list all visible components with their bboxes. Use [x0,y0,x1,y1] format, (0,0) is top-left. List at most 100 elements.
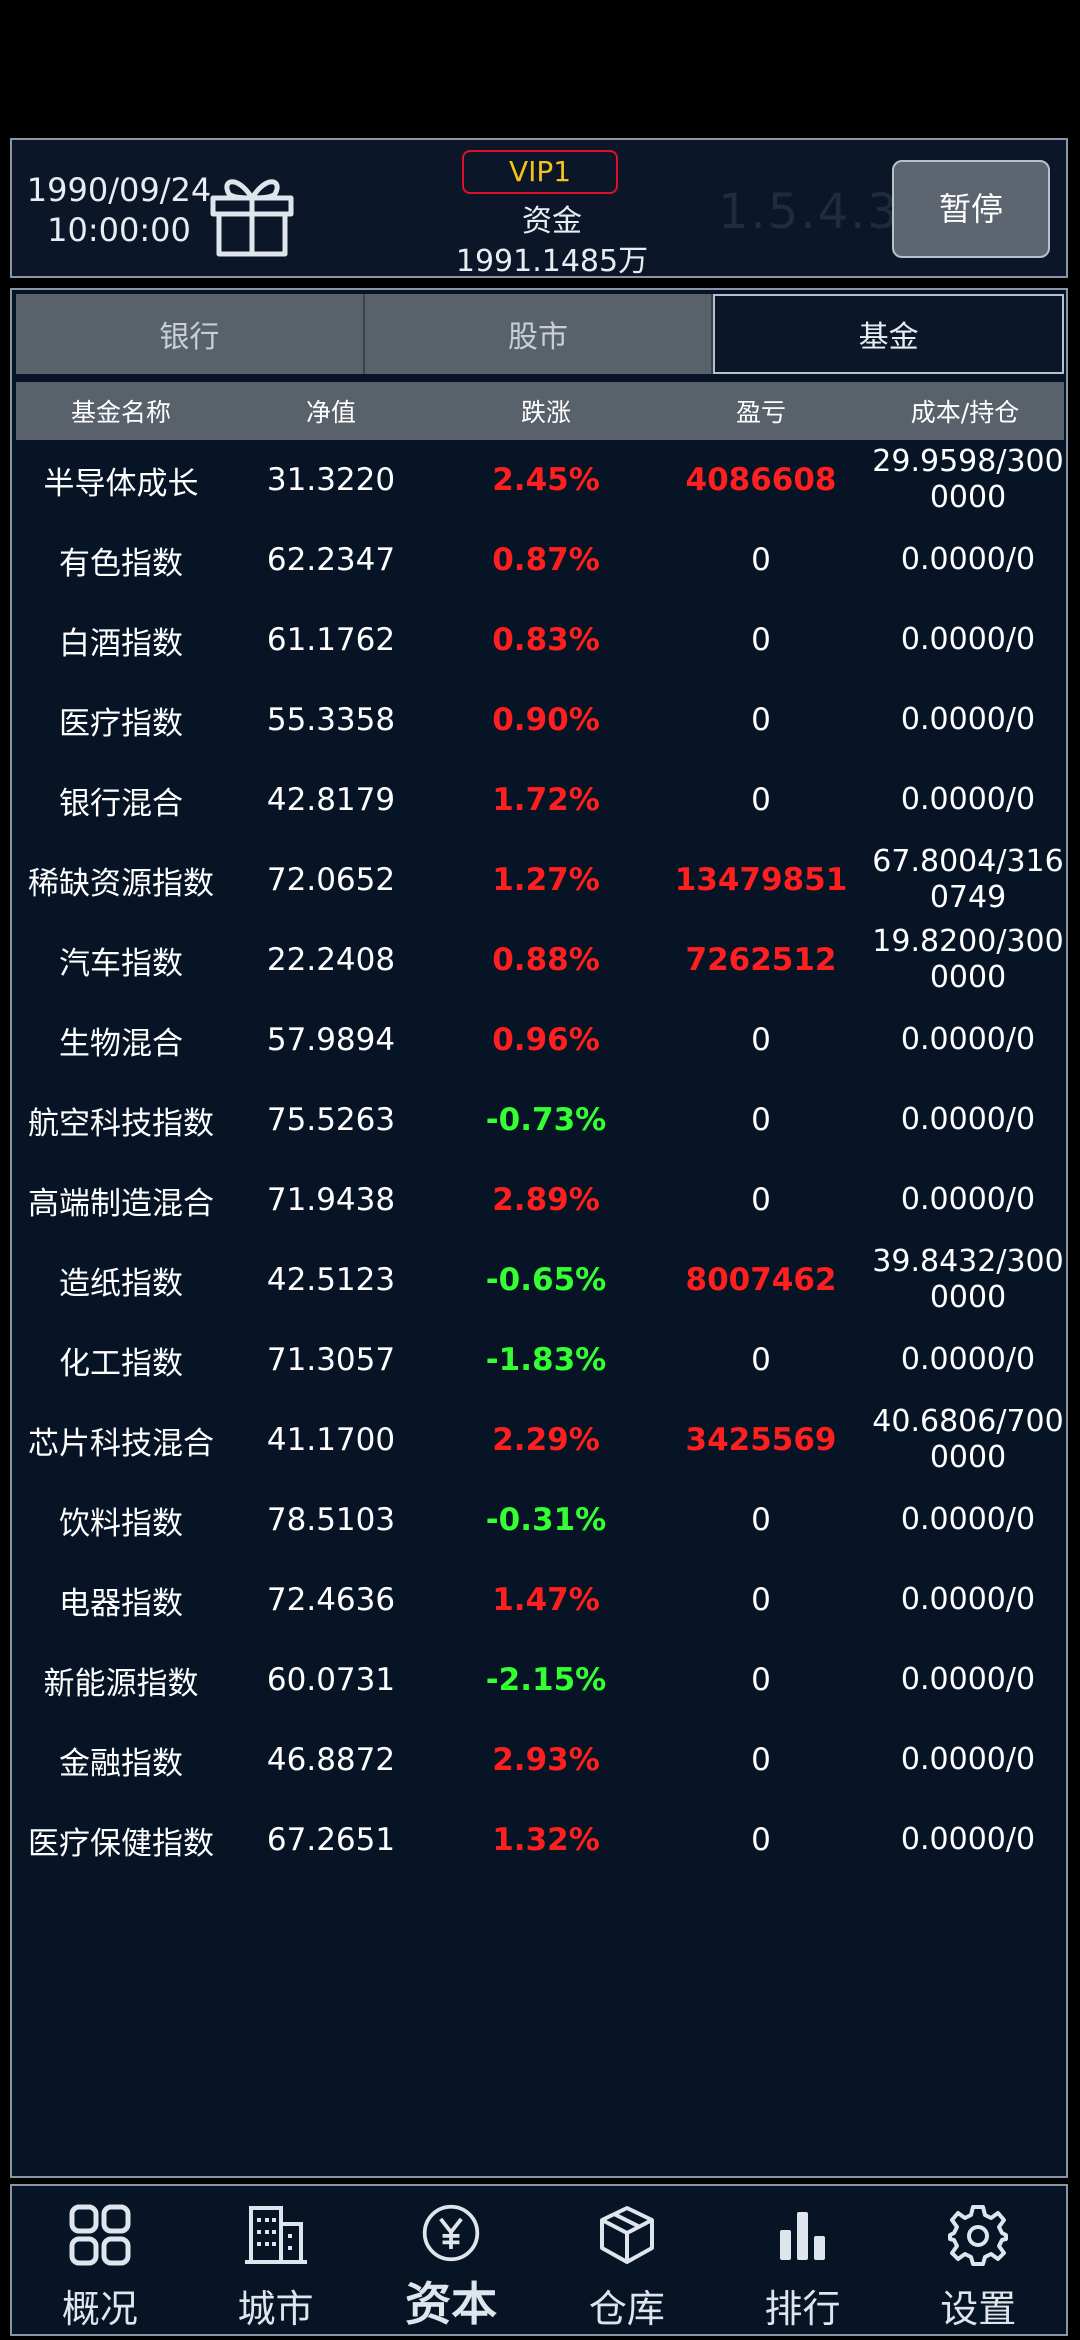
column-header-fund-name: 基金名称 [70,398,171,427]
pause-button[interactable]: 暂停 [892,160,1050,258]
fund-change: 0.87% [492,542,600,578]
fund-nav: 22.2408 [266,942,396,978]
fund-cost-holding: 39.8432/3000000 [872,1244,1064,1315]
table-row[interactable]: 半导体成长 31.3220 2.45% 4086608 29.9598/3000000 [16,440,1064,520]
fund-cost-holding: 0.0000/0 [900,542,1036,577]
fund-change: -0.31% [485,1502,607,1538]
fund-cost-holding: 0.0000/0 [900,1502,1036,1537]
fund-change: -2.15% [485,1662,607,1698]
fund-nav: 75.5263 [266,1102,396,1138]
table-row[interactable]: 航空科技指数 75.5263 -0.73% 0 0.0000/0 [16,1080,1064,1160]
fund-nav: 71.3057 [266,1342,396,1378]
tab-bank[interactable]: 银行 [16,294,365,374]
fund-name: 新能源指数 [43,1665,199,1702]
fund-name: 饮料指数 [59,1505,183,1542]
vip-badge[interactable]: VIP1 [462,150,618,194]
table-row[interactable]: 白酒指数 61.1762 0.83% 0 0.0000/0 [16,600,1064,680]
fund-name: 稀缺资源指数 [28,865,214,902]
nav-label-warehouse: 仓库 [588,2287,665,2331]
table-row[interactable]: 生物混合 57.9894 0.96% 0 0.0000/0 [16,1000,1064,1080]
fund-name: 电器指数 [59,1585,183,1622]
table-row[interactable]: 有色指数 62.2347 0.87% 0 0.0000/0 [16,520,1064,600]
tab-stock-market[interactable]: 股市 [364,294,714,374]
nav-overview[interactable]: 概况 [12,2186,188,2334]
fund-cost-holding: 0.0000/0 [900,622,1036,657]
capital-panel: 银行 股市 基金 基金名称 净值 跌涨 盈亏 成本/持仓 半导体成长 31.322… [10,288,1068,2178]
fund-change: 2.45% [492,462,600,498]
nav-ranking[interactable]: 排行 [715,2186,891,2334]
fund-change: 2.93% [492,1742,600,1778]
building-icon [244,2206,307,2264]
table-row[interactable]: 饮料指数 78.5103 -0.31% 0 0.0000/0 [16,1480,1064,1560]
table-row[interactable]: 汽车指数 22.2408 0.88% 7262512 19.8200/3000000 [16,920,1064,1000]
fund-pnl: 7262512 [685,942,837,978]
table-row[interactable]: 银行混合 42.8179 1.72% 0 0.0000/0 [16,760,1064,840]
fund-change: 0.90% [492,702,600,738]
top-header: 1990/09/24 10:00:00 VIP1 资金 1991.1485万 1… [10,138,1068,279]
nav-warehouse[interactable]: 仓库 [539,2186,715,2334]
fund-pnl: 0 [751,1182,771,1218]
fund-name: 半导体成长 [43,465,199,502]
table-row[interactable]: 造纸指数 42.5123 -0.65% 8007462 39.8432/3000000 [16,1240,1064,1320]
fund-change: 2.89% [492,1182,600,1218]
game-date: 1990/09/24 [26,171,212,209]
fund-name: 芯片科技混合 [28,1425,214,1462]
fund-name: 高端制造混合 [28,1185,214,1222]
fund-pnl: 0 [751,1502,771,1538]
table-row[interactable]: 化工指数 71.3057 -1.83% 0 0.0000/0 [16,1320,1064,1400]
fund-cost-holding: 0.0000/0 [900,1342,1036,1377]
table-row[interactable]: 芯片科技混合 41.1700 2.29% 3425569 40.6806/7000000 [16,1400,1064,1480]
fund-nav: 67.2651 [266,1822,396,1858]
fund-nav: 31.3220 [266,462,396,498]
fund-nav: 46.8872 [266,1742,396,1778]
fund-cost-holding: 0.0000/0 [900,702,1036,737]
fund-pnl: 0 [751,622,771,658]
fund-pnl: 3425569 [685,1422,837,1458]
fund-cost-holding: 0.0000/0 [900,1102,1036,1137]
table-row[interactable]: 稀缺资源指数 72.0652 1.27% 13479851 67.8004/316074… [16,840,1064,920]
fund-nav: 41.1700 [266,1422,396,1458]
fund-cost-holding: 0.0000/0 [900,1022,1036,1057]
table-row[interactable]: 高端制造混合 71.9438 2.89% 0 0.0000/0 [16,1160,1064,1240]
game-datetime: 1990/09/24 10:00:00 [24,170,214,250]
gear-icon [948,2205,1009,2266]
column-header-change: 跌涨 [520,398,571,427]
fund-pnl: 0 [751,1662,771,1698]
nav-capital[interactable]: 资本 [363,2186,539,2334]
fund-cost-holding: 67.8004/3160749 [872,844,1064,915]
fund-change: 0.88% [492,942,600,978]
nav-city[interactable]: 城市 [188,2186,364,2334]
fund-pnl: 4086608 [685,462,837,498]
column-header-pnl: 盈亏 [735,398,786,427]
fund-name: 银行混合 [59,785,183,822]
fund-pnl: 0 [751,1822,771,1858]
nav-label-capital: 资本 [405,2277,498,2331]
gift-icon[interactable] [207,164,297,260]
table-row[interactable]: 电器指数 72.4636 1.47% 0 0.0000/0 [16,1560,1064,1640]
fund-pnl: 0 [751,782,771,818]
fund-change: -0.65% [485,1262,607,1298]
fund-change: 1.47% [492,1582,600,1618]
nav-label-overview: 概况 [61,2287,138,2331]
fund-change: 1.27% [492,862,600,898]
nav-settings[interactable]: 设置 [890,2186,1066,2334]
table-row[interactable]: 医疗指数 55.3358 0.90% 0 0.0000/0 [16,680,1064,760]
box-icon [599,2206,654,2264]
fund-change: -1.83% [485,1342,607,1378]
nav-label-ranking: 排行 [764,2287,841,2331]
nav-label-settings: 设置 [940,2287,1017,2331]
table-row[interactable]: 金融指数 46.8872 2.93% 0 0.0000/0 [16,1720,1064,1800]
column-header-cost-holding: 成本/持仓 [910,398,1020,427]
fund-name: 医疗保健指数 [28,1825,214,1862]
tab-fund[interactable]: 基金 [713,294,1065,374]
fund-nav: 60.0731 [266,1662,396,1698]
fund-nav: 55.3358 [266,702,396,738]
table-row[interactable]: 新能源指数 60.0731 -2.15% 0 0.0000/0 [16,1640,1064,1720]
fund-nav: 42.8179 [266,782,396,818]
fund-name: 航空科技指数 [28,1105,214,1142]
fund-table-body: 半导体成长 31.3220 2.45% 4086608 29.9598/3000000 有… [16,440,1064,1880]
table-row[interactable]: 医疗保健指数 67.2651 1.32% 0 0.0000/0 [16,1800,1064,1880]
fund-cost-holding: 0.0000/0 [900,1662,1036,1697]
fund-cost-holding: 0.0000/0 [900,782,1036,817]
fund-change: -0.73% [485,1102,607,1138]
